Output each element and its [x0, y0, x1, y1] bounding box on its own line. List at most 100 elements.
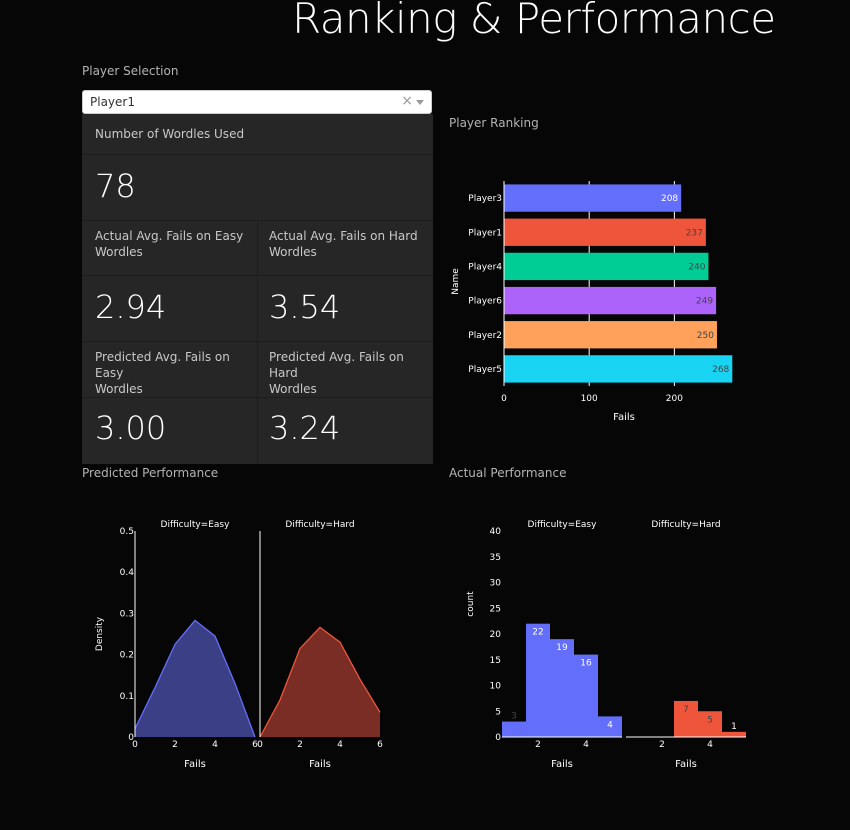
predicted-hard-label-cell: Predicted Avg. Fails on Hard Wordles [257, 341, 433, 397]
actual-y-tick: 10 [490, 682, 502, 692]
actual-bar-label: 16 [580, 659, 592, 669]
ranking-bar-label: 249 [696, 297, 713, 307]
actual-x-tick: 2 [659, 740, 665, 750]
predicted-x-tick: 2 [297, 740, 303, 750]
chevron-down-icon[interactable] [416, 100, 424, 105]
actual-easy-value-cell: 2.94 [82, 275, 257, 341]
actual-easy-label-cell: Actual Avg. Fails on Easy Wordles [82, 220, 257, 275]
ranking-y-label: Name [451, 268, 461, 295]
predicted-y-tick: 0.3 [120, 609, 134, 619]
actual-y-tick: 40 [490, 527, 502, 537]
actual-bar-label: 22 [532, 628, 543, 638]
actual-panel-title: Difficulty=Hard [651, 520, 720, 530]
predicted-y-tick: 0.1 [120, 692, 134, 702]
actual-bar-label: 4 [607, 720, 613, 730]
predicted-hard-value: 3.24 [269, 409, 341, 447]
ranking-category-label: Player5 [468, 365, 502, 375]
predicted-x-label: Fails [184, 759, 206, 770]
actual-x-tick: 2 [535, 740, 541, 750]
ranking-bar-label: 268 [712, 365, 729, 375]
predicted-panel-title: Difficulty=Easy [161, 520, 231, 530]
ranking-bar [504, 218, 706, 246]
actual-bar [722, 731, 746, 737]
actual-panel-title: Difficulty=Easy [528, 520, 598, 530]
ranking-bar-label: 250 [697, 331, 714, 341]
ranking-x-label: Fails [613, 412, 635, 423]
actual-bar [502, 721, 526, 737]
actual-bar-label: 5 [707, 715, 713, 725]
predicted-hard-label: Predicted Avg. Fails on Hard Wordles [269, 350, 404, 396]
ranking-bar [504, 355, 733, 383]
ranking-category-label: Player6 [468, 297, 502, 307]
actual-x-label: Fails [675, 759, 697, 770]
predicted-x-label: Fails [309, 759, 331, 770]
actual-y-tick: 20 [490, 630, 502, 640]
actual-hard-value-cell: 3.54 [257, 275, 433, 341]
ranking-x-tick: 0 [501, 394, 507, 404]
actual-x-tick: 4 [583, 740, 589, 750]
actual-y-label: count [466, 591, 476, 617]
actual-easy-value: 2.94 [95, 288, 167, 326]
predicted-x-tick: 0 [257, 740, 263, 750]
predicted-y-tick: 0.4 [120, 568, 135, 578]
predicted-x-tick: 4 [337, 740, 343, 750]
predicted-panel-title: Difficulty=Hard [285, 520, 354, 530]
ranking-bar-label: 208 [661, 194, 678, 204]
predicted-x-tick: 4 [212, 740, 218, 750]
predicted-area [135, 620, 255, 737]
stats-panel: Number of Wordles Used 78 Actual Avg. Fa… [82, 114, 433, 464]
actual-bar [526, 623, 550, 737]
player-select-value: Player1 [90, 95, 135, 109]
wordles-used-label-cell: Number of Wordles Used [82, 114, 433, 154]
page-title: Ranking & Performance [292, 0, 776, 43]
predicted-section-label: Predicted Performance [82, 466, 219, 480]
ranking-chart: 208 Player3 237 Player1 240 Player4 249 Player6… [451, 181, 733, 423]
ranking-bar [504, 184, 682, 212]
ranking-x-tick: 100 [581, 394, 598, 404]
predicted-y-label: Density [95, 616, 105, 651]
actual-x-tick: 4 [707, 740, 713, 750]
actual-chart: Difficulty=Easy 3 22 19 16 4 2 4 Fails Difficulty… [466, 520, 746, 770]
ranking-bar-label: 240 [688, 262, 705, 272]
ranking-category-label: Player1 [468, 228, 502, 238]
actual-bar-label: 19 [556, 643, 568, 653]
ranking-bar [504, 321, 717, 349]
actual-easy-label: Actual Avg. Fails on Easy Wordles [95, 229, 244, 259]
actual-hard-label: Actual Avg. Fails on Hard Wordles [269, 229, 418, 259]
ranking-category-label: Player2 [468, 331, 502, 341]
wordles-used-value: 78 [95, 167, 136, 205]
wordles-used-label: Number of Wordles Used [95, 127, 245, 141]
actual-y-tick: 5 [495, 707, 501, 717]
actual-bar-label: 1 [731, 722, 737, 732]
actual-hard-label-cell: Actual Avg. Fails on Hard Wordles [257, 220, 433, 275]
actual-y-tick: 30 [490, 579, 502, 589]
actual-x-label: Fails [551, 759, 573, 770]
predicted-chart: Difficulty=Easy 0 2 4 6 Fails Difficulty=Hard 0… [95, 520, 383, 770]
wordles-used-value-cell: 78 [82, 154, 433, 220]
actual-bar-label: 3 [511, 712, 517, 722]
stats-column-divider [257, 220, 258, 464]
player-selection-label: Player Selection [82, 64, 179, 78]
ranking-category-label: Player4 [468, 262, 502, 272]
actual-hard-value: 3.54 [269, 288, 341, 326]
actual-y-tick: 35 [490, 553, 501, 563]
ranking-bar [504, 286, 717, 315]
predicted-easy-value-cell: 3.00 [82, 397, 257, 464]
predicted-y-tick: 0 [128, 733, 134, 743]
predicted-y-tick: 0.5 [120, 527, 134, 537]
ranking-category-label: Player3 [468, 194, 502, 204]
actual-y-tick: 0 [495, 733, 501, 743]
ranking-bar-label: 237 [686, 228, 703, 238]
clear-icon[interactable]: × [401, 93, 413, 109]
predicted-easy-value: 3.00 [95, 409, 167, 447]
predicted-hard-value-cell: 3.24 [257, 397, 433, 464]
predicted-x-tick: 6 [377, 740, 383, 750]
predicted-easy-label: Predicted Avg. Fails on Easy Wordles [95, 350, 230, 396]
actual-y-tick: 15 [490, 656, 501, 666]
actual-bar [550, 639, 574, 737]
actual-y-tick: 25 [490, 604, 501, 614]
actual-section-label: Actual Performance [449, 466, 567, 480]
player-select[interactable]: Player1 × [82, 90, 432, 114]
ranking-section-label: Player Ranking [449, 116, 539, 130]
ranking-bar [504, 252, 709, 281]
